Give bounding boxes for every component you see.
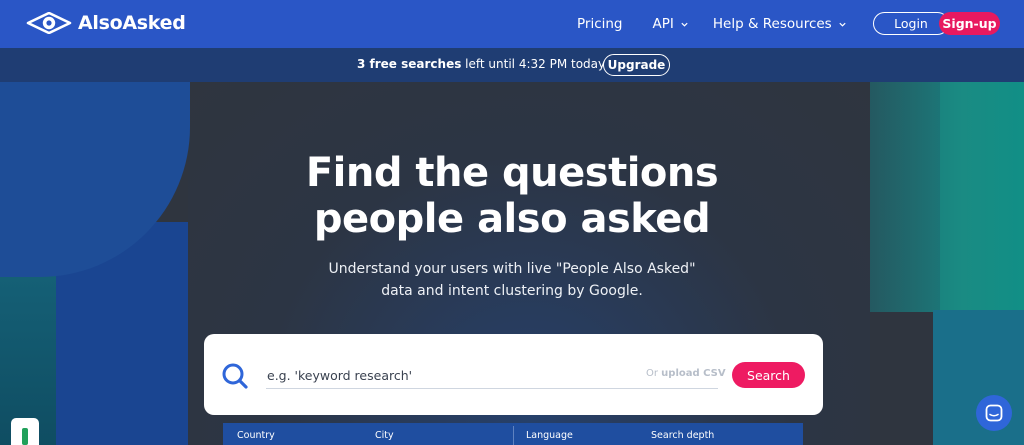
brand-logo[interactable]: AlsoAsked — [26, 12, 186, 34]
city-select-label[interactable]: City — [375, 430, 394, 441]
page-title: Find the questions people also asked — [0, 150, 1024, 242]
search-button[interactable]: Search — [732, 362, 805, 388]
chevron-down-icon — [681, 22, 688, 27]
language-select-label[interactable]: Language — [526, 430, 573, 441]
chevron-down-icon — [839, 22, 846, 27]
decorative-shape — [933, 310, 1024, 445]
login-button[interactable]: Login — [873, 12, 949, 35]
main-menu: Pricing API Help & Resources — [577, 0, 847, 48]
subtitle-line: Understand your users with live "People … — [328, 261, 696, 277]
nav-help-menu[interactable]: Help & Resources — [713, 16, 847, 32]
or-text: Or — [646, 368, 662, 379]
nav-pricing-link[interactable]: Pricing — [577, 16, 623, 32]
chat-widget-button[interactable] — [976, 395, 1012, 431]
free-searches-rest: left until 4:32 PM today — [461, 57, 606, 71]
nav-help-label: Help & Resources — [712, 16, 832, 32]
top-navigation: AlsoAsked Pricing API Help & Resources L… — [0, 0, 1024, 48]
eye-logo-icon — [26, 12, 72, 34]
options-divider — [513, 426, 514, 445]
headline-line: Find the questions — [305, 150, 719, 196]
hero-subtitle: Understand your users with live "People … — [0, 258, 1024, 302]
headline-line: people also asked — [313, 196, 711, 242]
lock-icon — [22, 428, 28, 445]
nav-api-label: API — [652, 16, 674, 32]
search-icon — [222, 363, 248, 389]
free-searches-text: 3 free searches left until 4:32 PM today — [357, 57, 605, 71]
signup-button[interactable]: Sign-up — [939, 12, 1000, 35]
upload-csv-link[interactable]: Or upload CSV — [646, 368, 726, 379]
free-searches-count: 3 free searches — [357, 57, 462, 71]
country-select-label[interactable]: Country — [237, 430, 275, 441]
upgrade-button[interactable]: Upgrade — [603, 54, 670, 76]
subtitle-line: data and intent clustering by Google. — [381, 283, 643, 299]
chat-icon — [985, 404, 1003, 422]
upload-csv-label: upload CSV — [661, 368, 726, 379]
nav-api-menu[interactable]: API — [653, 16, 689, 32]
search-depth-select-label[interactable]: Search depth — [651, 430, 714, 441]
free-searches-banner: 3 free searches left until 4:32 PM today — [0, 48, 1024, 82]
brand-name: AlsoAsked — [78, 12, 186, 34]
security-badge[interactable] — [11, 418, 39, 445]
